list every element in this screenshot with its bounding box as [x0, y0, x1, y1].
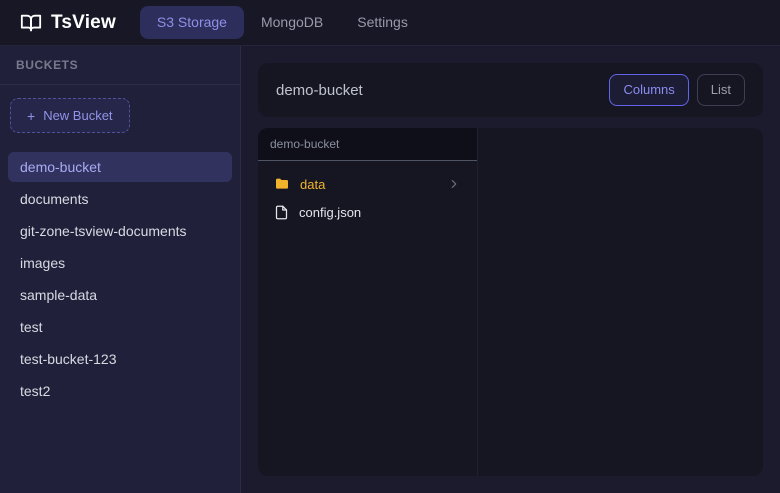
- plus-icon: +: [27, 109, 35, 123]
- column-items: data: [258, 161, 477, 235]
- buckets-section-title: BUCKETS: [0, 46, 240, 85]
- main-content: demo-bucket Columns List demo-bucket: [241, 46, 780, 493]
- view-toggle: Columns List: [609, 74, 745, 106]
- chevron-right-icon: [447, 177, 461, 191]
- current-bucket-title: demo-bucket: [276, 82, 363, 99]
- file-browser-panel: demo-bucket data: [258, 128, 763, 476]
- tab-mongodb[interactable]: MongoDB: [244, 6, 340, 39]
- file-row-config-json[interactable]: config.json: [266, 198, 469, 226]
- folder-row-data[interactable]: data: [266, 170, 469, 198]
- tab-settings[interactable]: Settings: [340, 6, 425, 39]
- new-bucket-label: New Bucket: [43, 108, 112, 123]
- app-body: BUCKETS + New Bucket demo-bucket documen…: [0, 46, 780, 493]
- sidebar-item-sample-data[interactable]: sample-data: [8, 280, 232, 310]
- app-root: TsView S3 Storage MongoDB Settings BUCKE…: [0, 0, 780, 493]
- book-open-icon: [20, 12, 42, 34]
- sidebar-item-test[interactable]: test: [8, 312, 232, 342]
- column-header: demo-bucket: [258, 128, 477, 161]
- browser-column-demo-bucket: demo-bucket data: [258, 128, 478, 476]
- app-title: TsView: [51, 12, 116, 34]
- sidebar-item-git-zone-tsview-documents[interactable]: git-zone-tsview-documents: [8, 216, 232, 246]
- columns-view-button[interactable]: Columns: [609, 74, 688, 106]
- file-icon: [274, 205, 289, 220]
- sidebar-item-test2[interactable]: test2: [8, 376, 232, 406]
- tab-s3-storage[interactable]: S3 Storage: [140, 6, 244, 39]
- list-view-button[interactable]: List: [697, 74, 745, 106]
- new-bucket-button[interactable]: + New Bucket: [10, 98, 130, 133]
- folder-icon: [274, 176, 290, 192]
- top-nav: S3 Storage MongoDB Settings: [140, 6, 425, 39]
- file-name: config.json: [299, 205, 461, 220]
- topbar: TsView S3 Storage MongoDB Settings: [0, 0, 780, 46]
- sidebar-item-images[interactable]: images: [8, 248, 232, 278]
- folder-name: data: [300, 177, 437, 192]
- brand: TsView: [20, 12, 116, 34]
- sidebar-item-test-bucket-123[interactable]: test-bucket-123: [8, 344, 232, 374]
- sidebar-item-documents[interactable]: documents: [8, 184, 232, 214]
- bucket-list-container: + New Bucket demo-bucket documents git-z…: [0, 85, 240, 416]
- sidebar-item-demo-bucket[interactable]: demo-bucket: [8, 152, 232, 182]
- sidebar: BUCKETS + New Bucket demo-bucket documen…: [0, 46, 241, 493]
- bucket-header-bar: demo-bucket Columns List: [258, 63, 763, 117]
- bucket-list: demo-bucket documents git-zone-tsview-do…: [8, 152, 232, 406]
